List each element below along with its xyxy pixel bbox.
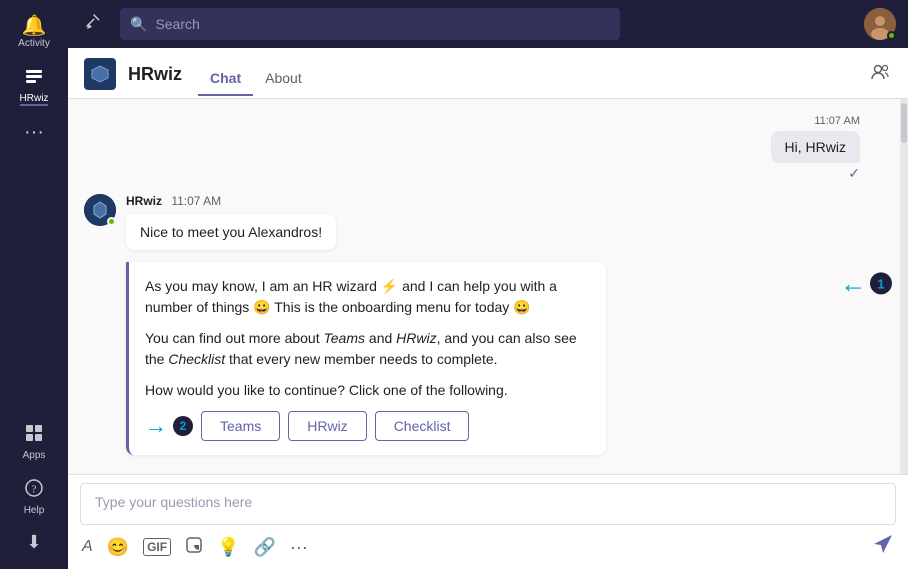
incoming-card-bubble: As you may know, I am an HR wizard ⚡ and… <box>126 262 606 455</box>
search-icon: 🔍 <box>130 16 147 33</box>
members-icon[interactable] <box>870 61 892 88</box>
outgoing-meta: 11:07 AM <box>814 115 860 127</box>
input-toolbar: A 😊 GIF 💡 🔗 ··· <box>68 529 908 569</box>
sidebar-item-help[interactable]: ? Help <box>23 469 46 524</box>
avatar-status-dot <box>887 31 896 40</box>
topbar: 🔍 <box>68 0 908 48</box>
content: HRwiz Chat About <box>68 48 908 569</box>
search-bar[interactable]: 🔍 <box>120 8 620 40</box>
card-text-3: How would you like to continue? Click on… <box>145 380 590 401</box>
send-button[interactable] <box>872 533 894 561</box>
input-area: Type your questions here A 😊 GIF 💡 🔗 ··· <box>68 474 908 569</box>
bell-icon: 🔔 <box>22 16 47 36</box>
scrollbar[interactable] <box>900 99 908 474</box>
chat-area: 11:07 AM Hi, HRwiz ✓ <box>68 99 900 474</box>
annotation-1: ← 1 <box>840 268 892 299</box>
checklist-button[interactable]: Checklist <box>375 411 470 441</box>
outgoing-time: 11:07 AM <box>814 115 860 127</box>
incoming-author-line: HRwiz 11:07 AM <box>126 194 336 208</box>
more-icon: ··· <box>24 122 44 142</box>
sidebar-label-apps: Apps <box>23 450 46 461</box>
sidebar-label-help: Help <box>24 505 45 516</box>
check-icon: ✓ <box>848 165 860 182</box>
download-icon: ⬇ <box>26 532 41 553</box>
bot-status-dot <box>107 217 116 226</box>
apps-icon <box>23 422 45 448</box>
sidebar: 🔔 Activity HRwiz ··· Apps <box>0 0 68 569</box>
meeting-icon[interactable]: 💡 <box>217 537 239 558</box>
sidebar-item-more[interactable]: ··· <box>0 114 68 150</box>
sidebar-item-hrwiz[interactable]: HRwiz <box>0 57 68 114</box>
more-options-icon[interactable]: ··· <box>290 537 308 558</box>
incoming-bubble-1: Nice to meet you Alexandros! <box>126 214 336 250</box>
card-text-2: You can find out more about Teams and HR… <box>145 328 590 370</box>
sidebar-item-activity[interactable]: 🔔 Activity <box>0 8 68 57</box>
tab-chat[interactable]: Chat <box>198 62 253 96</box>
outgoing-bubble: Hi, HRwiz <box>771 131 860 163</box>
outgoing-message: 11:07 AM Hi, HRwiz ✓ <box>84 115 884 182</box>
bot-name: HRwiz <box>126 194 162 208</box>
search-input[interactable] <box>155 16 610 32</box>
main: 🔍 HRwiz Chat <box>68 0 908 569</box>
channel-header-right <box>870 61 892 96</box>
card-text-1: As you may know, I am an HR wizard ⚡ and… <box>145 276 590 318</box>
link-icon[interactable]: 🔗 <box>254 537 276 558</box>
emoji-icon[interactable]: 😊 <box>107 537 129 558</box>
annotation-2-badge: → <box>145 413 167 439</box>
incoming-message-1: HRwiz 11:07 AM Nice to meet you Alexandr… <box>84 194 884 250</box>
channel-tabs: Chat About <box>198 62 314 95</box>
format-text-icon[interactable]: A <box>82 538 93 556</box>
compose-icon[interactable] <box>80 12 108 37</box>
gif-icon[interactable]: GIF <box>143 538 171 556</box>
chat-wrapper: 11:07 AM Hi, HRwiz ✓ <box>68 99 908 474</box>
message-input[interactable]: Type your questions here <box>80 483 896 525</box>
sidebar-item-apps[interactable]: Apps <box>23 414 46 469</box>
incoming-time: 11:07 AM <box>171 194 221 208</box>
teams-button[interactable]: Teams <box>201 411 280 441</box>
annotation-2-number: 2 <box>173 416 193 436</box>
sidebar-label-activity: Activity <box>18 38 50 49</box>
card-buttons: → 2 Teams HRwiz Checklist <box>145 411 590 441</box>
tab-about[interactable]: About <box>253 62 314 96</box>
channel-header: HRwiz Chat About <box>68 48 908 99</box>
incoming-card-message: As you may know, I am an HR wizard ⚡ and… <box>84 262 884 455</box>
bot-avatar <box>84 194 116 226</box>
svg-text:?: ? <box>32 484 37 496</box>
sidebar-item-download[interactable]: ⬇ <box>23 524 46 561</box>
topbar-right <box>864 8 896 40</box>
sticker-icon[interactable] <box>185 536 203 559</box>
channel-name: HRwiz <box>128 64 182 85</box>
sidebar-label-hrwiz: HRwiz <box>20 93 49 106</box>
help-icon: ? <box>23 477 45 503</box>
avatar[interactable] <box>864 8 896 40</box>
scrollbar-thumb[interactable] <box>901 103 907 143</box>
channel-logo <box>84 58 116 90</box>
hrwiz-button[interactable]: HRwiz <box>288 411 366 441</box>
annotation-1-badge: 1 <box>870 272 892 294</box>
hrwiz-icon <box>23 65 45 91</box>
